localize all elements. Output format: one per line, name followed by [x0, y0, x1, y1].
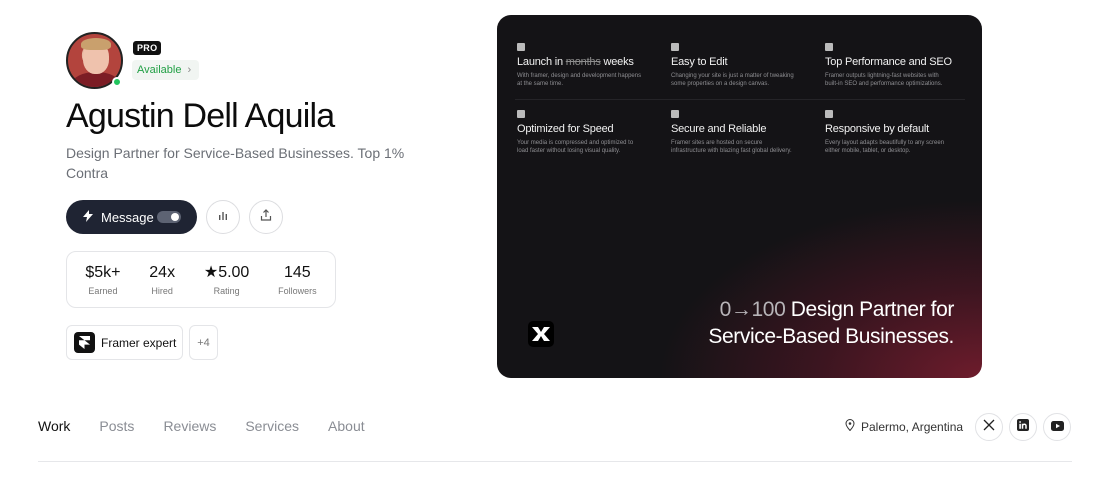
chevron-right-icon: › [187, 64, 192, 76]
framer-expert-label: Framer expert [101, 335, 177, 350]
stat-value: $5k+ [85, 264, 121, 281]
bar-chart-icon [217, 208, 229, 226]
youtube-icon [1050, 418, 1064, 436]
location-label: Palermo, Argentina [861, 419, 964, 434]
x-button[interactable] [975, 413, 1003, 441]
feature-title: Optimized for Speed [517, 123, 614, 135]
flame-icon [825, 43, 833, 51]
x-icon [983, 418, 995, 436]
pro-badge: PRO [133, 41, 162, 55]
stat-hired: 24x Hired [149, 263, 175, 296]
cursor-icon [671, 43, 679, 51]
stat-value: 24x [149, 264, 176, 281]
message-button[interactable]: Message [66, 200, 197, 234]
feature-desc: Framer sites are hosted on secure infras… [671, 140, 792, 154]
youtube-button[interactable] [1043, 413, 1071, 441]
tab-services[interactable]: Services [245, 418, 299, 434]
feature-desc: Framer outputs lightning-fast websites w… [825, 73, 943, 87]
linkedin-button[interactable] [1009, 413, 1037, 441]
stat-label: Hired [151, 286, 173, 296]
share-icon [260, 208, 272, 226]
feature-responsive: Responsive by default Every layout adapt… [825, 110, 970, 155]
message-toggle[interactable] [157, 211, 181, 223]
feature-desc: With framer, design and development happ… [517, 73, 642, 87]
feature-desc: Your media is compressed and optimized t… [517, 140, 634, 154]
availability-label: Available [137, 64, 182, 76]
headline-line1: Design Partner for [785, 298, 955, 321]
feature-desc: Changing your site is just a matter of t… [671, 73, 794, 87]
message-label: Message [101, 209, 154, 225]
stat-label: Followers [278, 286, 317, 296]
tabs-divider [38, 461, 1072, 462]
feature-title: Responsive by default [825, 123, 930, 135]
stats-button[interactable] [206, 200, 240, 234]
stat-rating: ★5.00 Rating [204, 263, 249, 296]
feature-title: Easy to Edit [671, 56, 728, 68]
framer-logo-icon [74, 332, 95, 353]
feature-desc: Every layout adapts beautifully to any s… [825, 140, 945, 154]
showcase-card[interactable]: Launch in months weeks With framer, desi… [497, 15, 982, 378]
avatar-hair [81, 38, 111, 50]
headline-dim: 0→100 [719, 298, 786, 321]
stat-value: ★5.00 [203, 264, 250, 281]
showcase-headline: 0→100 Design Partner for Service-Based B… [708, 296, 954, 350]
stat-earned: $5k+ Earned [85, 263, 120, 296]
tab-work[interactable]: Work [38, 418, 70, 434]
feature-title: Launch in months weeks [517, 56, 634, 68]
feature-easy-edit: Easy to Edit Changing your site is just … [671, 43, 816, 88]
profile-tagline: Design Partner for Service-Based Busines… [66, 145, 405, 181]
feature-launch: Launch in months weeks With framer, desi… [517, 43, 662, 88]
share-button[interactable] [249, 200, 283, 234]
profile-name: Agustin Dell Aquila [66, 97, 335, 135]
more-badges-button[interactable]: +4 [189, 325, 218, 360]
map-pin-icon [845, 419, 855, 434]
profile-tabs: Work Posts Reviews Services About [38, 418, 365, 434]
tab-about[interactable]: About [328, 418, 365, 434]
brand-logo-icon [528, 321, 554, 347]
online-status-dot [112, 77, 122, 87]
stats-panel: $5k+ Earned 24x Hired ★5.00 Rating 145 F… [66, 251, 336, 308]
headline-line2: Service-Based Businesses. [708, 325, 954, 348]
stat-value: 145 [284, 264, 311, 281]
calendar-icon [517, 43, 525, 51]
location: Palermo, Argentina [845, 419, 963, 434]
feature-performance: Top Performance and SEO Framer outputs l… [825, 43, 970, 88]
rocket-icon [517, 110, 525, 118]
linkedin-icon [1017, 418, 1029, 436]
feature-speed: Optimized for Speed Your media is compre… [517, 110, 662, 155]
devices-icon [825, 110, 833, 118]
framer-expert-badge[interactable]: Framer expert [66, 325, 183, 360]
feature-divider [515, 99, 965, 100]
lock-icon [671, 110, 679, 118]
stat-label: Earned [88, 286, 118, 296]
stat-followers[interactable]: 145 Followers [278, 263, 317, 296]
feature-secure: Secure and Reliable Framer sites are hos… [671, 110, 816, 155]
feature-title: Secure and Reliable [671, 123, 767, 135]
tab-posts[interactable]: Posts [99, 418, 134, 434]
tab-reviews[interactable]: Reviews [163, 418, 216, 434]
feature-title: Top Performance and SEO [825, 56, 952, 68]
bolt-icon [83, 209, 93, 225]
stat-label: Rating [213, 286, 240, 296]
availability-button[interactable]: Available › [132, 60, 200, 80]
